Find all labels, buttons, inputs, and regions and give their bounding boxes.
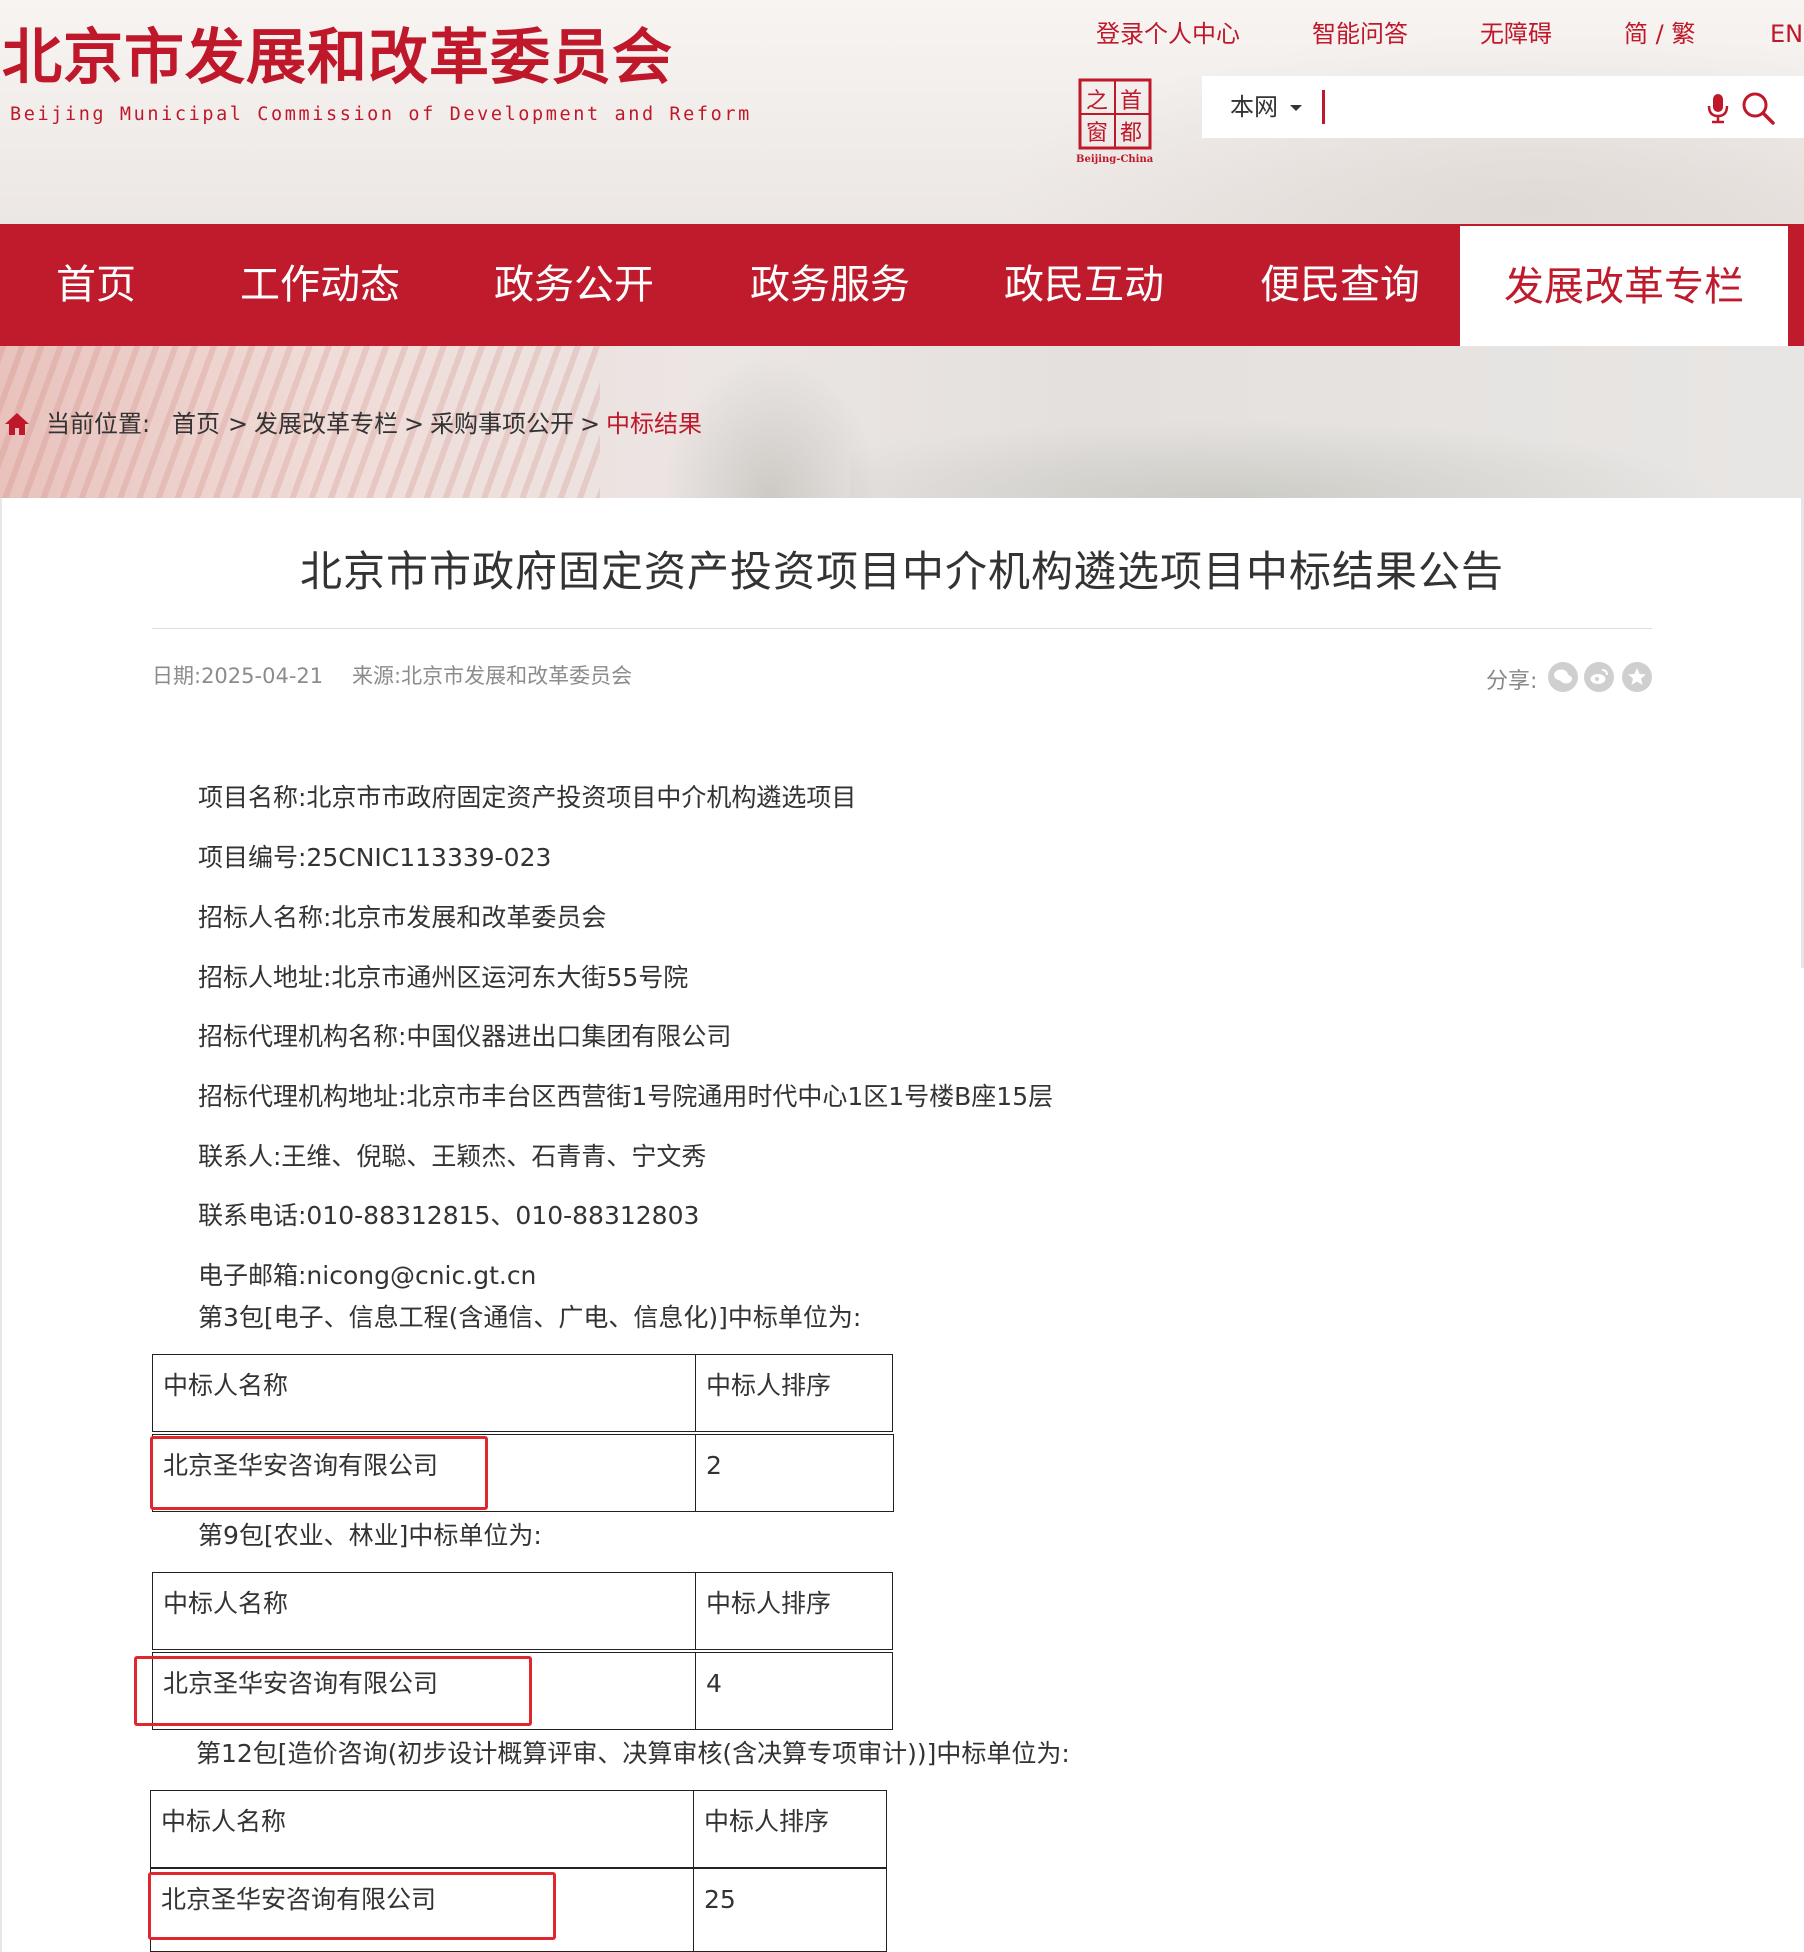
home-icon (5, 413, 29, 435)
nav-item-reform-column[interactable]: 发展改革专栏 (1460, 224, 1788, 346)
nav-item-gov-service[interactable]: 政务服务 (750, 224, 910, 346)
star-icon (1628, 668, 1646, 685)
weibo-share-icon[interactable] (1584, 662, 1614, 692)
favorite-share-icon[interactable] (1622, 662, 1652, 692)
wechat-icon (1554, 669, 1572, 684)
wechat-share-icon[interactable] (1548, 662, 1578, 692)
search-input[interactable] (1328, 86, 1688, 128)
site-subtitle: Beijing Municipal Commission of Developm… (10, 104, 752, 125)
search-icon[interactable] (1740, 90, 1776, 126)
breadcrumb-label: 当前位置: (46, 410, 151, 438)
text-cursor (1322, 90, 1325, 124)
accessibility-link[interactable]: 无障碍 (1480, 18, 1552, 50)
breadcrumb-separator: > (228, 410, 249, 438)
nav-item-gov-info[interactable]: 政务公开 (494, 224, 654, 346)
table-header-rank: 中标人排序 (693, 1790, 887, 1868)
top-links: 登录个人中心 智能问答 无障碍 简 / 繁 EN (0, 18, 1804, 50)
caret-down-icon[interactable] (1290, 105, 1302, 111)
main-nav: 首页 工作动态 政务公开 政务服务 政民互动 便民查询 发展改革专栏 (0, 224, 1804, 346)
breadcrumb-separator: > (580, 410, 601, 438)
capital-window-logo[interactable]: 之 首 窗 都 Beijing-China (1076, 78, 1154, 165)
package-heading: 第9包[农业、林业]中标单位为: (198, 1521, 542, 1550)
article-date: 日期:2025-04-21 (152, 664, 324, 688)
search-box: 本网 (1202, 76, 1804, 138)
breadcrumb-item-procurement[interactable]: 采购事项公开 (430, 404, 574, 444)
winner-rank: 4 (695, 1652, 893, 1730)
field-tenderer-name: 招标人名称:北京市发展和改革委员会 (198, 903, 607, 932)
field-contacts: 联系人:王维、倪聪、王颖杰、石青青、宁文秀 (198, 1142, 707, 1171)
title-divider (152, 628, 1652, 629)
logo-caption: Beijing-China (1076, 154, 1154, 164)
package-heading: 第12包[造价咨询(初步设计概算评审、决算审核(含决算专项审计))]中标单位为: (196, 1739, 1070, 1768)
field-email: 电子邮箱:nicong@cnic.gt.cn (198, 1261, 537, 1290)
breadcrumb-item-home[interactable]: 首页 (172, 404, 220, 444)
nav-item-home[interactable]: 首页 (56, 224, 136, 346)
field-agency-name: 招标代理机构名称:中国仪器进出口集团有限公司 (198, 1022, 732, 1051)
nav-item-interaction[interactable]: 政民互动 (1004, 224, 1164, 346)
microphone-icon[interactable] (1706, 92, 1730, 124)
search-scope-select[interactable]: 本网 (1230, 90, 1278, 124)
weibo-icon (1590, 669, 1608, 684)
share-label: 分享: (1486, 669, 1538, 694)
breadcrumb-separator: > (404, 410, 425, 438)
winner-rank: 2 (695, 1434, 894, 1512)
logo-char-1: 之 (1086, 89, 1108, 114)
english-link[interactable]: EN (1770, 18, 1803, 50)
logo-char-4: 都 (1120, 121, 1142, 146)
breadcrumb-item-current[interactable]: 中标结果 (606, 404, 702, 444)
breadcrumb-item-reform[interactable]: 发展改革专栏 (254, 404, 398, 444)
winner-rank: 25 (693, 1868, 887, 1952)
article-source: 来源:北京市发展和改革委员会 (352, 664, 633, 688)
nav-item-public-query[interactable]: 便民查询 (1260, 224, 1420, 346)
smart-qa-link[interactable]: 智能问答 (1312, 18, 1408, 50)
highlight-box (148, 1872, 556, 1940)
table-header-name: 中标人名称 (150, 1790, 694, 1868)
package-heading: 第3包[电子、信息工程(含通信、广电、信息化)]中标单位为: (198, 1303, 862, 1332)
site-header: 北京市发展和改革委员会 Beijing Municipal Commission… (0, 0, 1804, 224)
nav-item-work-news[interactable]: 工作动态 (240, 224, 400, 346)
highlight-box (150, 1436, 488, 1510)
table-header-name: 中标人名称 (152, 1572, 696, 1650)
login-link[interactable]: 登录个人中心 (1096, 18, 1240, 50)
article-title: 北京市市政府固定资产投资项目中介机构遴选项目中标结果公告 (299, 547, 1504, 596)
logo-char-2: 首 (1120, 89, 1142, 114)
field-tenderer-address: 招标人地址:北京市通州区运河东大街55号院 (198, 963, 689, 992)
breadcrumb: 当前位置: 首页 > 发展改革专栏 > 采购事项公开 > 中标结果 (0, 404, 900, 444)
table-header-name: 中标人名称 (152, 1354, 696, 1432)
field-project-number: 项目编号:25CNIC113339-023 (198, 843, 552, 872)
field-project-name: 项目名称:北京市市政府固定资产投资项目中介机构遴选项目 (198, 783, 857, 812)
logo-char-3: 窗 (1086, 121, 1108, 146)
simplified-traditional-toggle[interactable]: 简 / 繁 (1624, 18, 1695, 50)
banner-trees-decoration (850, 406, 1804, 498)
table-header-rank: 中标人排序 (695, 1572, 893, 1650)
table-header-rank: 中标人排序 (695, 1354, 893, 1432)
highlight-box (134, 1656, 532, 1726)
capital-window-logo-icon: 之 首 窗 都 Beijing-China (1076, 78, 1154, 165)
field-phone: 联系电话:010-88312815、010-88312803 (198, 1201, 700, 1230)
field-agency-address: 招标代理机构地址:北京市丰台区西营街1号院通用时代中心1区1号楼B座15层 (198, 1082, 1054, 1111)
